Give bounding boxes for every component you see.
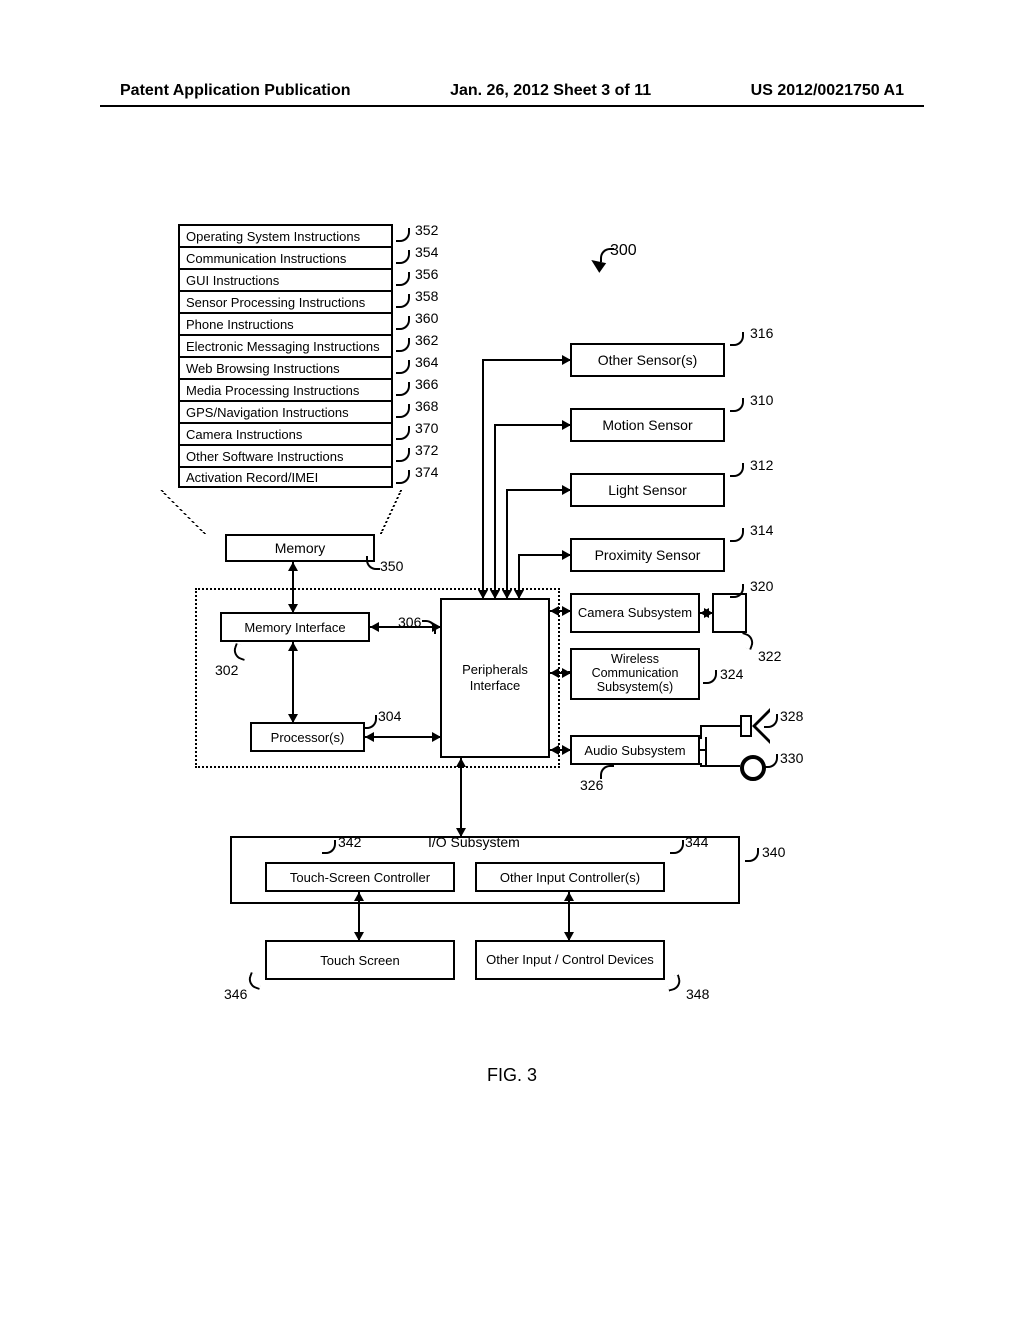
proximity-sensor-box: Proximity Sensor xyxy=(570,538,725,572)
ref-322: 322 xyxy=(758,648,781,664)
mem-gui: GUI Instructions xyxy=(178,268,393,290)
ref-302: 302 xyxy=(215,662,238,678)
page-header: Patent Application Publication Jan. 26, … xyxy=(0,82,1024,100)
mem-imei: Activation Record/IMEI xyxy=(178,466,393,488)
motion-sensor-box: Motion Sensor xyxy=(570,408,725,442)
ref-364: 364 xyxy=(415,354,438,370)
header-rule xyxy=(100,105,924,107)
mem-comm: Communication Instructions xyxy=(178,246,393,268)
ref-326: 326 xyxy=(580,777,603,793)
touch-screen-box: Touch Screen xyxy=(265,940,455,980)
ref-350: 350 xyxy=(380,558,403,574)
figure-label: FIG. 3 xyxy=(0,1065,1024,1086)
mem-other-sw: Other Software Instructions xyxy=(178,444,393,466)
header-center: Jan. 26, 2012 Sheet 3 of 11 xyxy=(450,82,651,100)
processors-box: Processor(s) xyxy=(250,722,365,752)
memory-box: Memory xyxy=(225,534,375,562)
camera-subsystem-box: Camera Subsystem xyxy=(570,593,700,633)
speaker-icon xyxy=(740,715,752,737)
ref-328: 328 xyxy=(780,708,803,724)
io-subsystem-label: I/O Subsystem xyxy=(428,834,520,850)
other-controller-box: Other Input Controller(s) xyxy=(475,862,665,892)
ref-310: 310 xyxy=(750,392,773,408)
mem-web: Web Browsing Instructions xyxy=(178,356,393,378)
ref-346: 346 xyxy=(224,986,247,1002)
mem-phone: Phone Instructions xyxy=(178,312,393,334)
ref-356: 356 xyxy=(415,266,438,282)
camera-periph-box xyxy=(712,593,747,633)
ref-366: 366 xyxy=(415,376,438,392)
touch-controller-box: Touch-Screen Controller xyxy=(265,862,455,892)
ref-342: 342 xyxy=(338,834,361,850)
diagram-area: Operating System Instructions Communicat… xyxy=(100,200,924,1120)
mem-sensor: Sensor Processing Instructions xyxy=(178,290,393,312)
ref-370: 370 xyxy=(415,420,438,436)
ref-358: 358 xyxy=(415,288,438,304)
mem-media: Media Processing Instructions xyxy=(178,378,393,400)
ref-372: 372 xyxy=(415,442,438,458)
ref-374: 374 xyxy=(415,464,438,480)
header-right: US 2012/0021750 A1 xyxy=(751,82,904,100)
ref-324: 324 xyxy=(720,666,743,682)
audio-box: Audio Subsystem xyxy=(570,735,700,765)
ref-300: 300 xyxy=(610,242,637,260)
ref-304: 304 xyxy=(378,708,401,724)
ref-360: 360 xyxy=(415,310,438,326)
other-devices-box: Other Input / Control Devices xyxy=(475,940,665,980)
header-left: Patent Application Publication xyxy=(120,82,351,100)
ref-352: 352 xyxy=(415,222,438,238)
other-sensors-box: Other Sensor(s) xyxy=(570,343,725,377)
ref-316: 316 xyxy=(750,325,773,341)
ref-340: 340 xyxy=(762,844,785,860)
ref-314: 314 xyxy=(750,522,773,538)
light-sensor-box: Light Sensor xyxy=(570,473,725,507)
ref-362: 362 xyxy=(415,332,438,348)
ref-354: 354 xyxy=(415,244,438,260)
ref-320: 320 xyxy=(750,578,773,594)
mem-msg: Electronic Messaging Instructions xyxy=(178,334,393,356)
mic-icon xyxy=(740,755,766,781)
mem-camera: Camera Instructions xyxy=(178,422,393,444)
mem-gps: GPS/Navigation Instructions xyxy=(178,400,393,422)
peripherals-interface-box: Peripherals Interface xyxy=(440,598,550,758)
ref-312: 312 xyxy=(750,457,773,473)
memory-interface-box: Memory Interface xyxy=(220,612,370,642)
ref-348: 348 xyxy=(686,986,709,1002)
wireless-box: Wireless Communication Subsystem(s) xyxy=(570,648,700,700)
mem-os: Operating System Instructions xyxy=(178,224,393,246)
ref-330: 330 xyxy=(780,750,803,766)
ref-344: 344 xyxy=(685,834,708,850)
ref-368: 368 xyxy=(415,398,438,414)
